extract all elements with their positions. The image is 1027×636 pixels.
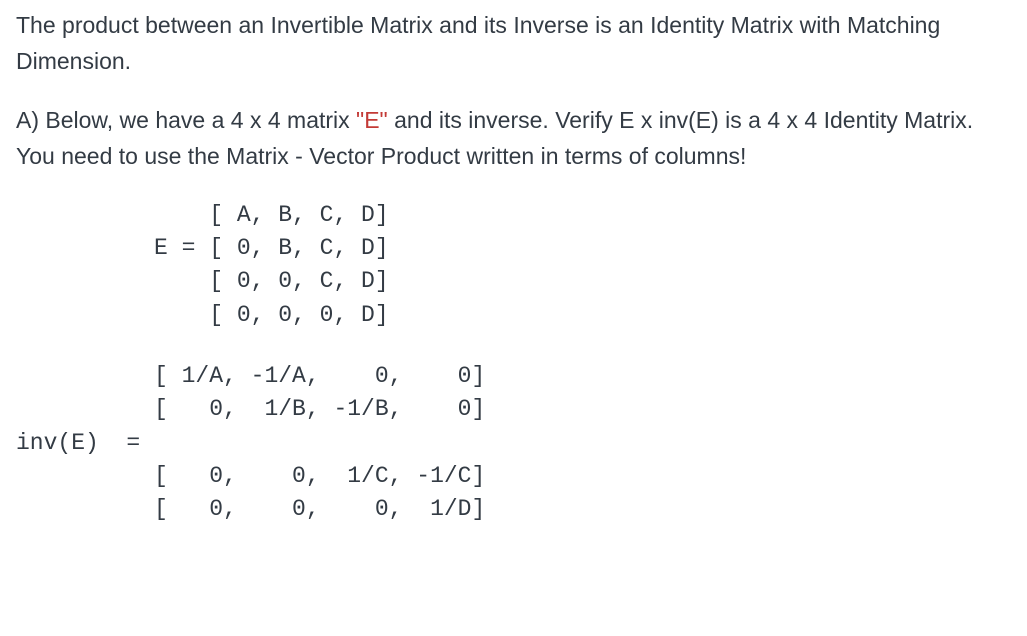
matrix-inv-e-definition: [ 1/A, -1/A, 0, 0] [ 0, 1/B, -1/B, 0] in… [16, 360, 1011, 527]
intro-paragraph: The product between an Invertible Matrix… [16, 8, 1011, 79]
part-a-paragraph: A) Below, we have a 4 x 4 matrix "E" and… [16, 103, 1011, 174]
matrix-e-definition: [ A, B, C, D] E = [ 0, B, C, D] [ 0, 0, … [16, 199, 1011, 332]
matrix-e-quoted: "E" [356, 107, 388, 133]
part-a-prefix: A) Below, we have a 4 x 4 matrix [16, 107, 356, 133]
